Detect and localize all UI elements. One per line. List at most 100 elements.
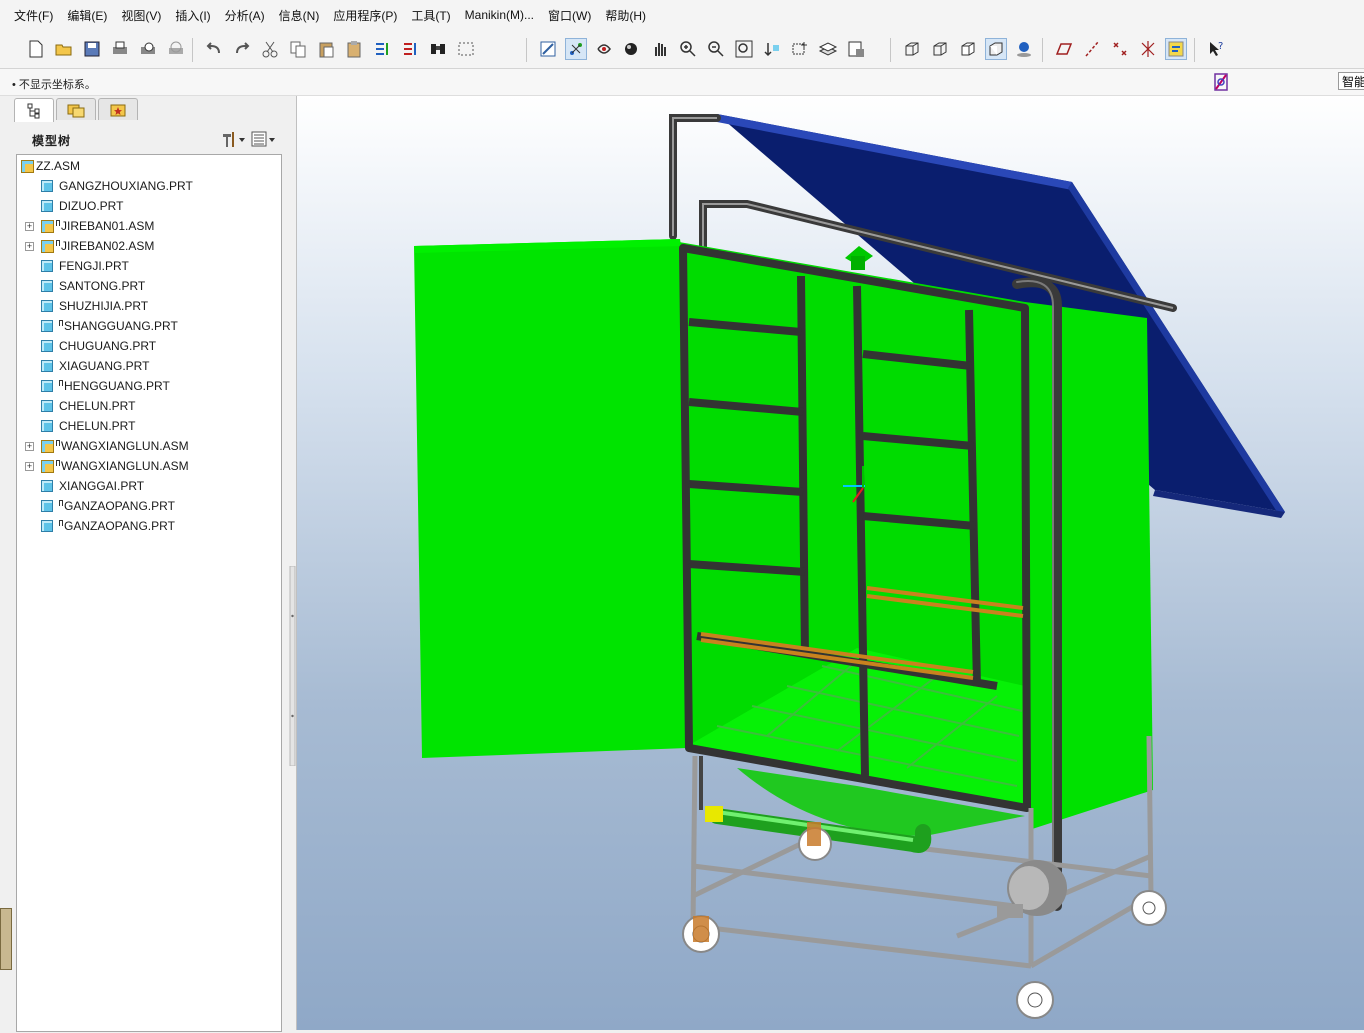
tree-item[interactable]: ZZ.ASM xyxy=(21,156,80,176)
context-help-button[interactable]: ? xyxy=(1205,38,1227,60)
menu-item-7[interactable]: 工具(T) xyxy=(404,7,457,24)
tree-item-label: SANTONG.PRT xyxy=(59,279,146,293)
menu-item-6[interactable]: 应用程序(P) xyxy=(326,7,404,24)
zoom-in-button[interactable] xyxy=(677,38,699,60)
tab-folder-browser[interactable] xyxy=(56,98,96,120)
smart-filter-select[interactable]: 智能 xyxy=(1338,72,1364,90)
tree-item[interactable]: GANGZHOUXIANG.PRT xyxy=(41,176,193,196)
menu-item-1[interactable]: 编辑(E) xyxy=(60,7,114,24)
menu-item-2[interactable]: 视图(V) xyxy=(114,7,168,24)
find-button[interactable] xyxy=(427,38,449,60)
copy-button[interactable] xyxy=(287,38,309,60)
tree-item[interactable]: + WANGXIANGLUN.ASM xyxy=(25,436,189,456)
no-hidden-button[interactable] xyxy=(957,38,979,60)
enhanced-realism-button[interactable] xyxy=(1013,38,1035,60)
tab-model-tree[interactable] xyxy=(14,98,54,122)
regenerate-button[interactable] xyxy=(371,38,393,60)
graphics-viewport[interactable] xyxy=(297,96,1364,1030)
tree-item-label: CHELUN.PRT xyxy=(59,419,136,433)
save-button[interactable] xyxy=(81,38,103,60)
menu-item-5[interactable]: 信息(N) xyxy=(272,7,327,24)
repaint-button[interactable] xyxy=(537,38,559,60)
menu-item-10[interactable]: 帮助(H) xyxy=(598,7,653,24)
tree-item[interactable]: GANZAOPANG.PRT xyxy=(41,496,175,516)
tree-item[interactable]: + WANGXIANGLUN.ASM xyxy=(25,456,189,476)
tree-item[interactable]: + JIREBAN02.ASM xyxy=(25,236,154,256)
layers-button[interactable] xyxy=(817,38,839,60)
tree-item[interactable]: XIANGGAI.PRT xyxy=(41,476,144,496)
selection-filter-icon[interactable] xyxy=(1212,72,1230,92)
redo-button[interactable] xyxy=(231,38,253,60)
tree-item[interactable]: XIAGUANG.PRT xyxy=(41,356,149,376)
tree-item[interactable]: + JIREBAN01.ASM xyxy=(25,216,154,236)
menu-item-0[interactable]: 文件(F) xyxy=(0,7,60,24)
menu-item-8[interactable]: Manikin(M)... xyxy=(458,8,541,22)
annotations-button[interactable] xyxy=(1165,38,1187,60)
pan-button[interactable] xyxy=(649,38,671,60)
new-file-button[interactable] xyxy=(25,38,47,60)
datum-axes-button[interactable] xyxy=(1081,38,1103,60)
tree-item[interactable]: SANTONG.PRT xyxy=(41,276,145,296)
select-box-button[interactable] xyxy=(455,38,477,60)
part-icon xyxy=(41,180,53,192)
paste-button[interactable] xyxy=(315,38,337,60)
tree-item-label: CHUGUANG.PRT xyxy=(59,339,157,353)
menu-item-9[interactable]: 窗口(W) xyxy=(541,7,598,24)
appearance-button[interactable] xyxy=(621,38,643,60)
vertical-scroll-thumb[interactable] xyxy=(0,908,12,970)
cut-button[interactable] xyxy=(259,38,281,60)
assembly-icon xyxy=(41,219,54,233)
tree-item[interactable]: SHUZHIJIA.PRT xyxy=(41,296,148,316)
tree-item-label: WANGXIANGLUN.ASM xyxy=(61,439,189,453)
orient-mode-button[interactable] xyxy=(593,38,615,60)
spin-center-button[interactable] xyxy=(565,38,587,60)
tree-expand-toggle[interactable]: + xyxy=(25,442,34,451)
toolbar-group-5: ? xyxy=(1202,36,1230,62)
panel-splitter-handle[interactable] xyxy=(289,566,296,766)
quick-print-button[interactable] xyxy=(165,38,187,60)
tree-item[interactable]: CHUGUANG.PRT xyxy=(41,336,156,356)
open-folder-button[interactable] xyxy=(53,38,75,60)
menu-item-4[interactable]: 分析(A) xyxy=(218,7,272,24)
saved-views-button[interactable] xyxy=(789,38,811,60)
paste-icon xyxy=(319,42,334,58)
undo-button[interactable] xyxy=(203,38,225,60)
tree-item[interactable]: DIZUO.PRT xyxy=(41,196,123,216)
tree-item[interactable]: CHELUN.PRT xyxy=(41,416,135,436)
tree-item[interactable]: FENGJI.PRT xyxy=(41,256,129,276)
tree-item-label: XIANGGAI.PRT xyxy=(59,479,145,493)
paste-special-button[interactable] xyxy=(343,38,365,60)
saved-views-icon xyxy=(792,42,807,55)
menu-item-3[interactable]: 插入(I) xyxy=(168,7,217,24)
tree-item-label: SHANGGUANG.PRT xyxy=(64,319,178,333)
tree-expand-toggle[interactable]: + xyxy=(25,222,34,231)
reorient-button[interactable] xyxy=(761,38,783,60)
wireframe-button[interactable] xyxy=(901,38,923,60)
tab-favorites[interactable] xyxy=(98,98,138,120)
datum-points-button[interactable] xyxy=(1109,38,1131,60)
hidden-line-button[interactable] xyxy=(929,38,951,60)
regenerate-manager-icon xyxy=(404,43,416,55)
regenerate-manager-button[interactable] xyxy=(399,38,421,60)
coordinate-systems-button[interactable] xyxy=(1137,38,1159,60)
tree-expand-toggle[interactable]: + xyxy=(25,462,34,471)
view-manager-icon xyxy=(848,41,864,57)
zoom-out-button[interactable] xyxy=(705,38,727,60)
shading-button[interactable] xyxy=(985,38,1007,60)
datum-planes-button[interactable] xyxy=(1053,38,1075,60)
status-bar: • 不显示坐标系。 智能 xyxy=(0,69,1364,96)
print-preview-button[interactable] xyxy=(137,38,159,60)
part-icon xyxy=(41,420,53,432)
part-icon xyxy=(41,400,53,412)
tree-item[interactable]: GANZAOPANG.PRT xyxy=(41,516,175,536)
tree-item[interactable]: HENGGUANG.PRT xyxy=(41,376,170,396)
refit-button[interactable] xyxy=(733,38,755,60)
tree-item[interactable]: CHELUN.PRT xyxy=(41,396,135,416)
tree-expand-toggle[interactable]: + xyxy=(25,242,34,251)
status-flag-icon xyxy=(59,520,63,526)
print-button[interactable] xyxy=(109,38,131,60)
tree-columns-button[interactable] xyxy=(248,128,278,150)
tree-item[interactable]: SHANGGUANG.PRT xyxy=(41,316,178,336)
view-manager-button[interactable] xyxy=(845,38,867,60)
tree-settings-button[interactable] xyxy=(218,128,248,150)
